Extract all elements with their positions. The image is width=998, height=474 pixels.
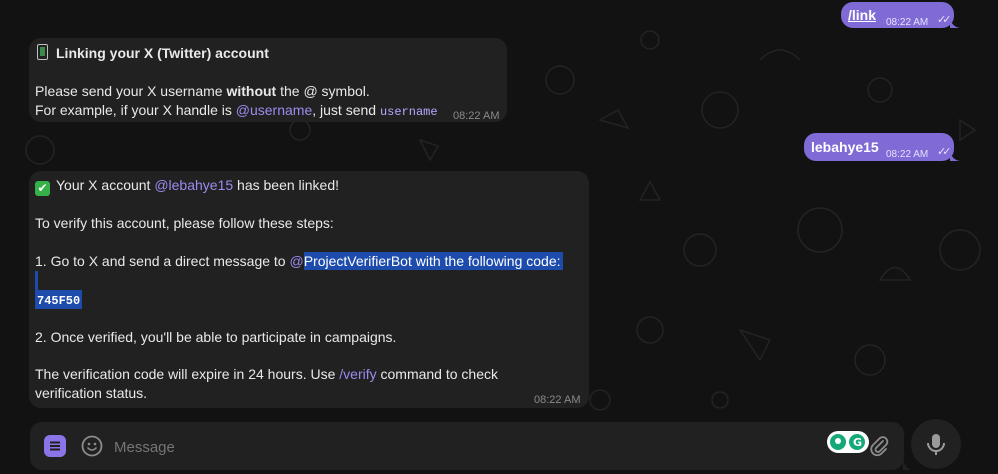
message-time: 08:22 AM [453,110,500,122]
bot-message-linking[interactable]: Linking your X (Twitter) account Please … [29,38,507,122]
verification-code[interactable]: 745F50 [35,290,83,309]
outgoing-message-link[interactable]: /link 08:22 AM ✓✓ [841,2,954,28]
svg-text:G: G [853,436,862,449]
message-body-line1: Please send your X username without the … [35,83,370,99]
account-mention-link[interactable]: @lebahye15 [154,177,233,193]
check-mark-icon: ✔ [35,181,50,196]
outgoing-message-username[interactable]: lebahye15 08:22 AM ✓✓ [804,133,954,161]
bubble-tail [950,18,960,28]
attach-icon[interactable] [868,435,890,457]
step1-line: 1. Go to X and send a direct message to … [35,252,563,270]
double-check-icon: ✓✓ [937,14,952,26]
emoji-icon[interactable] [80,434,104,458]
message-title-row: Linking your X (Twitter) account [37,44,269,63]
bubble-tail [950,151,960,161]
expire-line: The verification code will expire in 24 … [35,366,498,382]
expire-line-2: verification status. [35,385,148,401]
message-text[interactable]: /link [848,6,876,25]
mic-icon [927,434,945,455]
step2-line: 2. Once verified, you'll be able to part… [35,329,397,345]
verify-command-link[interactable]: /verify [339,366,376,382]
bot-message-verification[interactable]: ✔ Your X account @lebahye15 has been link… [29,171,589,408]
double-check-icon: ✓✓ [937,146,952,158]
inline-code-username[interactable]: username [380,105,438,119]
bot-mention-selected[interactable]: ProjectVerifierBot with the following co… [303,252,563,270]
phone-icon [37,44,48,60]
menu-icon[interactable] [44,435,66,457]
message-text[interactable]: lebahye15 [811,138,879,157]
linked-line: ✔ Your X account @lebahye15 has been link… [35,176,339,196]
selection-empty-line [35,271,38,290]
mic-button[interactable] [911,419,961,469]
message-composer: G [30,422,904,470]
message-body-line2: For example, if your X handle is @userna… [35,102,438,119]
message-time: 08:22 AM [534,394,581,406]
instructions-line: To verify this account, please follow th… [35,215,334,231]
message-time: 08:22 AM [886,149,929,160]
username-mention-link[interactable]: @username [236,102,312,118]
message-input[interactable] [112,434,716,460]
grammarly-icon[interactable]: G [827,431,869,453]
message-time: 08:22 AM [886,17,929,28]
